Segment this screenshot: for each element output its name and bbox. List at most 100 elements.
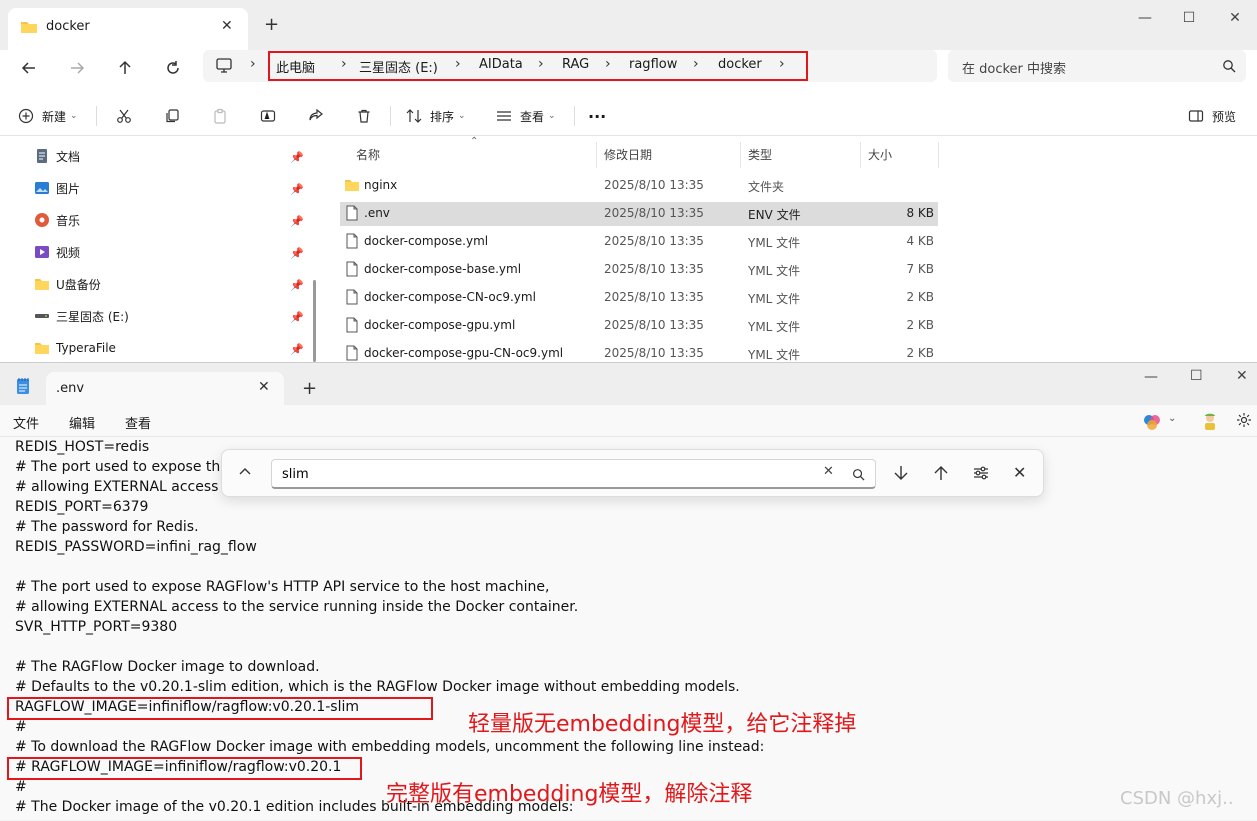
back-arrow-icon[interactable] (14, 55, 44, 81)
menu-edit[interactable]: 编辑 (69, 413, 95, 432)
minimize-icon[interactable]: — (1130, 10, 1160, 30)
toolbar-divider (574, 106, 575, 126)
new-tab-button[interactable]: + (264, 14, 279, 35)
search-icon[interactable] (852, 468, 865, 481)
new-button[interactable]: 新建 ⌄ (18, 104, 78, 128)
close-window-icon[interactable]: ✕ (1236, 368, 1248, 384)
clear-search-icon[interactable]: ✕ (823, 464, 834, 479)
file-row-docker-compose-gpu[interactable]: docker-compose-gpu.yml 2025/8/10 13:35 Y… (340, 314, 938, 338)
new-tab-button[interactable]: + (302, 378, 317, 399)
share-button[interactable] (308, 104, 324, 128)
forward-arrow-icon[interactable] (62, 55, 92, 81)
notepad-tab-env[interactable]: .env ✕ (46, 372, 284, 405)
copy-button[interactable] (164, 104, 180, 128)
file-row-docker-compose-gpu-cn-oc9[interactable]: docker-compose-gpu-CN-oc9.yml 2025/8/10 … (340, 342, 938, 362)
find-previous-arrow-icon[interactable] (932, 464, 950, 482)
pin-icon[interactable]: 📌 (290, 247, 304, 260)
nav-item-usb-backup[interactable]: U盘备份 (34, 274, 101, 294)
file-icon (346, 205, 358, 221)
file-row-docker-compose[interactable]: docker-compose.yml 2025/8/10 13:35 YML 文… (340, 230, 938, 254)
maximize-icon[interactable]: ☐ (1174, 10, 1204, 30)
column-divider[interactable] (860, 142, 861, 168)
pin-icon[interactable]: 📌 (290, 279, 304, 292)
close-tab-icon[interactable]: ✕ (221, 18, 233, 34)
address-highlight-box (268, 51, 808, 81)
file-date: 2025/8/10 13:35 (604, 206, 704, 220)
editor-line: # The port used to expose th (15, 459, 221, 475)
pin-icon[interactable]: 📌 (290, 151, 304, 164)
file-row-env[interactable]: .env 2025/8/10 13:35 ENV 文件 8 KB (340, 202, 938, 226)
nav-item-music[interactable]: 音乐 (34, 210, 80, 230)
nav-item-documents[interactable]: 文档 (34, 146, 80, 166)
find-query-field[interactable] (282, 465, 802, 483)
file-name: nginx (364, 178, 398, 192)
toolbar-divider (390, 106, 391, 126)
chevron-down-icon[interactable]: ⌄ (1168, 413, 1176, 424)
nav-item-typerafile[interactable]: TyperaFile (34, 338, 116, 358)
paste-button[interactable] (212, 104, 228, 128)
explorer-tab-docker[interactable]: docker ✕ (8, 8, 248, 50)
file-name: docker-compose-CN-oc9.yml (364, 290, 536, 304)
column-divider[interactable] (938, 142, 939, 168)
column-header-type[interactable]: 类型 (748, 146, 772, 163)
maximize-icon[interactable]: ☐ (1190, 368, 1203, 384)
rename-button[interactable] (260, 104, 276, 128)
nav-scrollbar[interactable] (313, 280, 316, 362)
collapse-chevron-up-icon[interactable] (238, 465, 252, 479)
menu-file[interactable]: 文件 (13, 413, 39, 432)
close-tab-icon[interactable]: ✕ (258, 379, 270, 395)
user-avatar-icon[interactable] (1201, 411, 1219, 431)
column-header-name[interactable]: 名称 (356, 146, 380, 163)
close-window-icon[interactable]: ✕ (1220, 10, 1250, 30)
cut-button[interactable] (116, 104, 132, 128)
column-divider[interactable] (596, 142, 597, 168)
pin-icon[interactable]: 📌 (290, 343, 304, 356)
close-find-icon[interactable]: ✕ (1013, 463, 1026, 482)
file-explorer-window: docker ✕ + — ☐ ✕ › 此电脑 › 三星固态 (E:) › AID… (0, 0, 1257, 362)
file-type: ENV 文件 (748, 208, 801, 222)
column-header-size[interactable]: 大小 (868, 146, 892, 163)
chevron-down-icon: ⌄ (548, 111, 556, 121)
view-button[interactable]: 查看 ⌄ (496, 104, 556, 128)
new-button-label: 新建 (42, 109, 67, 124)
menu-view[interactable]: 查看 (125, 413, 151, 432)
find-options-icon[interactable] (972, 464, 990, 482)
nav-item-label: U盘备份 (56, 277, 101, 292)
find-bar: ✕ ✕ (221, 449, 1044, 497)
slim-image-highlight-box (7, 697, 433, 720)
nav-item-pictures[interactable]: 图片 (34, 178, 80, 198)
delete-button[interactable] (356, 104, 372, 128)
nav-item-label: 视频 (56, 245, 81, 260)
file-size: 8 KB (906, 206, 934, 220)
nav-item-drive-e[interactable]: 三星固态 (E:) (34, 306, 129, 326)
settings-gear-icon[interactable] (1236, 412, 1252, 428)
column-divider[interactable] (740, 142, 741, 168)
search-icon (1222, 59, 1236, 73)
editor-line: # To download the RAGFlow Docker image w… (15, 739, 765, 755)
copilot-icon[interactable] (1143, 413, 1161, 431)
file-type: YML 文件 (748, 292, 801, 306)
pin-icon[interactable]: 📌 (290, 215, 304, 228)
column-header-date[interactable]: 修改日期 (604, 146, 652, 163)
up-arrow-icon[interactable] (110, 55, 140, 81)
search-box[interactable]: 在 docker 中搜索 (948, 50, 1246, 82)
sort-button[interactable]: 排序 ⌄ (406, 104, 466, 128)
slim-annotation-note: 轻量版无embedding模型，给它注释掉 (468, 712, 857, 737)
file-size: 2 KB (906, 318, 934, 332)
file-row-docker-compose-base[interactable]: docker-compose-base.yml 2025/8/10 13:35 … (340, 258, 938, 282)
file-icon (346, 261, 358, 277)
pin-icon[interactable]: 📌 (290, 183, 304, 196)
refresh-icon[interactable] (158, 55, 188, 81)
nav-item-videos[interactable]: 视频 (34, 242, 80, 262)
more-options-button[interactable]: ··· (588, 104, 606, 128)
pin-icon[interactable]: 📌 (290, 311, 304, 324)
editor-line: REDIS_HOST=redis (15, 439, 150, 455)
find-input[interactable]: ✕ (271, 459, 876, 489)
nav-item-label: 文档 (56, 149, 81, 164)
file-row-nginx[interactable]: nginx 2025/8/10 13:35 文件夹 (340, 174, 938, 198)
find-next-arrow-icon[interactable] (892, 464, 910, 482)
file-type: 文件夹 (748, 180, 785, 194)
file-row-docker-compose-cn-oc9[interactable]: docker-compose-CN-oc9.yml 2025/8/10 13:3… (340, 286, 938, 310)
minimize-icon[interactable]: — (1144, 369, 1158, 385)
preview-button[interactable]: 预览 (1188, 104, 1236, 128)
